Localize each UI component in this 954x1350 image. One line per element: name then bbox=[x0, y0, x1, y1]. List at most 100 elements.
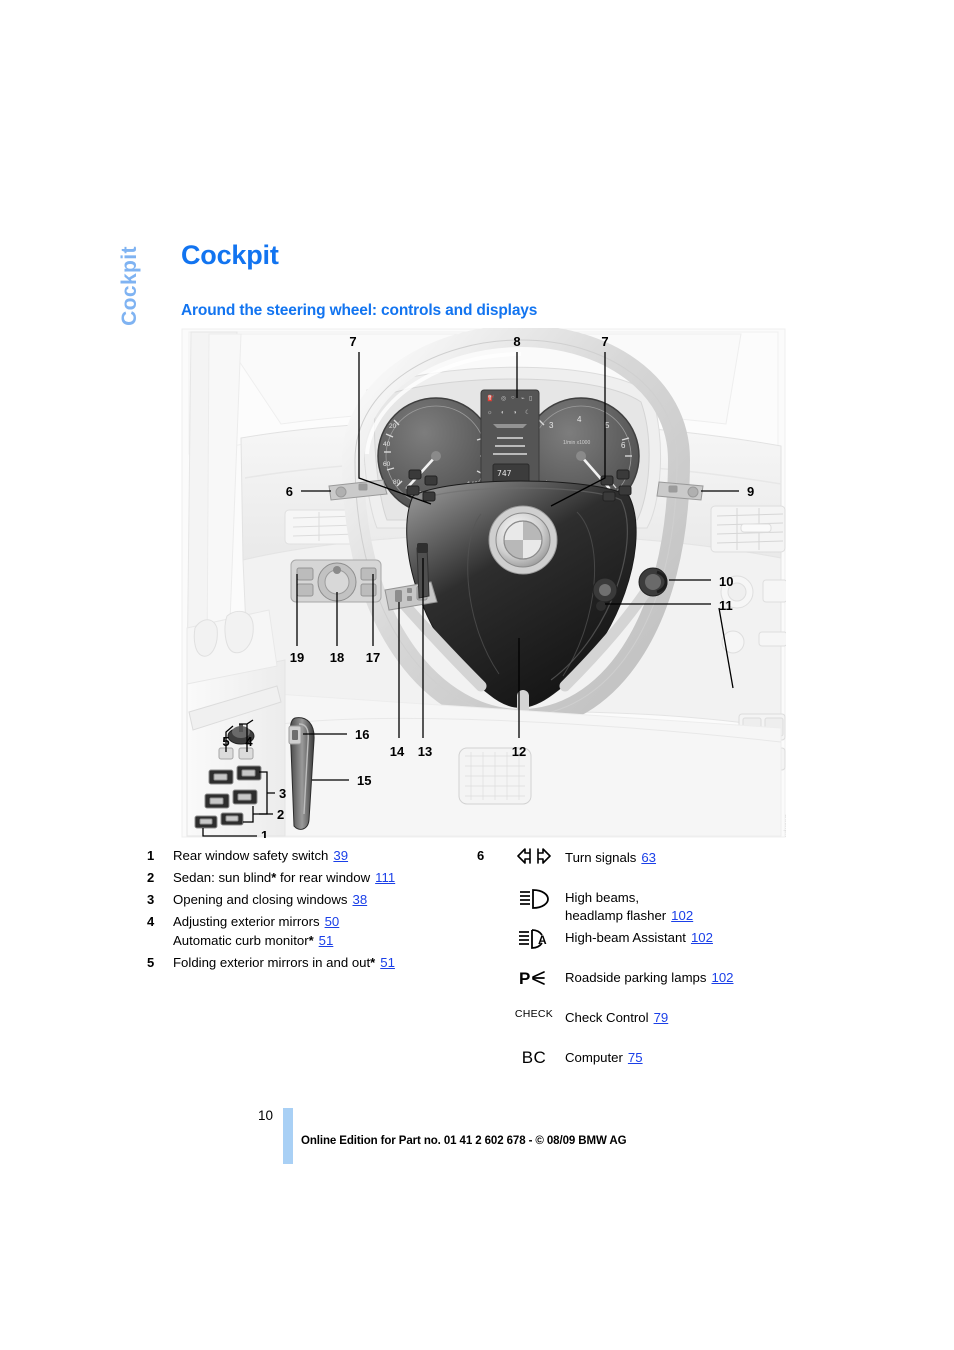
svg-text:P: P bbox=[519, 969, 530, 988]
cockpit-illustration: 2040 6080 100120 140160 12 34 56 1/min x… bbox=[181, 328, 786, 838]
legend-number: 4 bbox=[147, 914, 155, 929]
legend-line: Automatic curb monitor* 51 bbox=[173, 931, 475, 950]
legend-icon-item-high-beams: High beams, headlamp flasher 102 bbox=[503, 886, 805, 926]
legend-line: Opening and closing windows 38 bbox=[173, 890, 475, 909]
legend-item-4: 4 Adjusting exterior mirrors 50 Automatic… bbox=[145, 912, 475, 950]
svg-text:747: 747 bbox=[497, 469, 512, 478]
legend-icon-label: Check Control 79 bbox=[565, 1006, 805, 1027]
legend-text: Opening and closing windows bbox=[173, 892, 348, 907]
legend-number: 6 bbox=[477, 848, 485, 863]
legend-number: 2 bbox=[147, 870, 155, 885]
page-reference[interactable]: 38 bbox=[352, 892, 367, 907]
callout-17: 17 bbox=[366, 650, 380, 665]
legend-item-2: 2 Sedan: sun blind* for rear window 111 bbox=[145, 868, 475, 887]
legend-text: Check Control bbox=[565, 1010, 649, 1025]
page-reference[interactable]: 50 bbox=[325, 914, 340, 929]
optional-equipment-asterisk: * bbox=[308, 933, 314, 948]
legend-icon-item-high-beam-assistant: A High-beam Assistant 102 bbox=[503, 926, 805, 966]
page-title: Cockpit bbox=[181, 240, 279, 271]
legend-number: 5 bbox=[147, 955, 155, 970]
legend-icon-item-check-control: CHECK Check Control 79 bbox=[503, 1006, 805, 1046]
check-control-icon-text: CHECK bbox=[514, 1008, 554, 1020]
page-reference[interactable]: 79 bbox=[654, 1010, 669, 1025]
legend: 1 Rear window safety switch 39 2 Sedan: s… bbox=[145, 846, 805, 1089]
legend-number: 3 bbox=[147, 892, 155, 907]
callout-12: 12 bbox=[512, 744, 526, 759]
svg-text:6: 6 bbox=[621, 441, 626, 450]
callout-8: 8 bbox=[513, 334, 520, 349]
page-footer: 10 Online Edition for Part no. 01 41 2 6… bbox=[0, 1108, 954, 1168]
legend-body: Sedan: sun blind* for rear window 111 bbox=[173, 868, 475, 887]
svg-text:☾: ☾ bbox=[525, 409, 530, 416]
section-side-tab: Cockpit bbox=[110, 222, 150, 362]
legend-text: Adjusting exterior mirrors bbox=[173, 914, 320, 929]
page-marker-bar bbox=[283, 1108, 293, 1164]
callout-19: 19 bbox=[290, 650, 304, 665]
optional-equipment-asterisk: * bbox=[370, 955, 376, 970]
page-reference[interactable]: 39 bbox=[333, 848, 348, 863]
page-reference[interactable]: 102 bbox=[691, 930, 713, 945]
callout-5: 5 bbox=[222, 734, 229, 749]
svg-text:A: A bbox=[538, 933, 547, 947]
callout-4: 4 bbox=[245, 734, 253, 749]
legend-text: Automatic curb monitor bbox=[173, 933, 309, 948]
legend-icon-label: High beams, headlamp flasher 102 bbox=[565, 886, 805, 925]
legend-body: Opening and closing windows 38 bbox=[173, 890, 475, 909]
computer-icon: BC bbox=[503, 1046, 565, 1068]
callout-7b: 7 bbox=[601, 334, 608, 349]
legend-item-1: 1 Rear window safety switch 39 bbox=[145, 846, 475, 865]
svg-text:◑: ◑ bbox=[513, 410, 517, 416]
callout-18: 18 bbox=[330, 650, 344, 665]
legend-icon-label: Turn signals 63 bbox=[565, 846, 805, 867]
svg-text:▯: ▯ bbox=[529, 396, 532, 402]
legend-line: Sedan: sun blind* for rear window 111 bbox=[173, 868, 475, 887]
callout-11: 11 bbox=[719, 598, 733, 613]
page-reference[interactable]: 102 bbox=[711, 970, 733, 985]
legend-icon-label: Roadside parking lamps 102 bbox=[565, 966, 805, 987]
callout-14: 14 bbox=[390, 744, 405, 759]
legend-icon-item-turn-signals: Turn signals 63 bbox=[503, 846, 805, 886]
legend-item-3: 3 Opening and closing windows 38 bbox=[145, 890, 475, 909]
svg-text:1/min x1000: 1/min x1000 bbox=[563, 440, 590, 446]
svg-text:◐: ◐ bbox=[501, 410, 505, 416]
legend-column-right: 6 Turn signals 63 High beams, headlamp f… bbox=[475, 846, 805, 1089]
legend-text-line2: headlamp flasher 102 bbox=[565, 907, 805, 925]
page-reference[interactable]: 51 bbox=[319, 933, 334, 948]
page-reference[interactable]: 102 bbox=[671, 908, 693, 923]
legend-line: Adjusting exterior mirrors 50 bbox=[173, 912, 475, 931]
svg-text:40: 40 bbox=[383, 441, 391, 448]
callout-16: 16 bbox=[355, 727, 369, 742]
legend-text-2: headlamp flasher bbox=[565, 908, 667, 923]
legend-line: Folding exterior mirrors in and out* 51 bbox=[173, 953, 475, 972]
svg-text:○: ○ bbox=[511, 395, 515, 401]
callout-6: 6 bbox=[286, 484, 293, 499]
legend-icon-item-parking-lamps: P Roadside parking lamps 102 bbox=[503, 966, 805, 1006]
page-reference[interactable]: 111 bbox=[375, 870, 395, 885]
svg-text:20: 20 bbox=[389, 423, 397, 430]
legend-text: Turn signals bbox=[565, 850, 637, 865]
legend-number: 1 bbox=[147, 848, 155, 863]
page-number: 10 bbox=[258, 1108, 274, 1123]
callout-10: 10 bbox=[719, 574, 733, 589]
legend-icon-item-computer: BC Computer 75 bbox=[503, 1046, 805, 1086]
page-reference[interactable]: 63 bbox=[641, 850, 656, 865]
legend-text: Folding exterior mirrors in and out bbox=[173, 955, 371, 970]
svg-text:60: 60 bbox=[383, 461, 391, 468]
legend-body: Folding exterior mirrors in and out* 51 bbox=[173, 953, 475, 972]
legend-item-5: 5 Folding exterior mirrors in and out* 51 bbox=[145, 953, 475, 972]
legend-body: Adjusting exterior mirrors 50 Automatic c… bbox=[173, 912, 475, 950]
footer-copyright: Online Edition for Part no. 01 41 2 602 … bbox=[301, 1135, 627, 1147]
legend-text: High-beam Assistant bbox=[565, 930, 686, 945]
page-reference[interactable]: 75 bbox=[628, 1050, 643, 1065]
legend-text-after: for rear window bbox=[276, 870, 371, 885]
parking-lamps-icon: P bbox=[503, 966, 565, 988]
legend-text: Rear window safety switch bbox=[173, 848, 329, 863]
svg-text:80: 80 bbox=[393, 479, 401, 486]
page-reference[interactable]: 51 bbox=[380, 955, 395, 970]
high-beam-icon bbox=[503, 886, 565, 910]
legend-text: Roadside parking lamps bbox=[565, 970, 707, 985]
svg-text:◎: ◎ bbox=[501, 396, 506, 402]
legend-icon-label: High-beam Assistant 102 bbox=[565, 926, 805, 947]
turn-signals-icon bbox=[503, 846, 565, 864]
svg-text:4: 4 bbox=[577, 415, 582, 424]
